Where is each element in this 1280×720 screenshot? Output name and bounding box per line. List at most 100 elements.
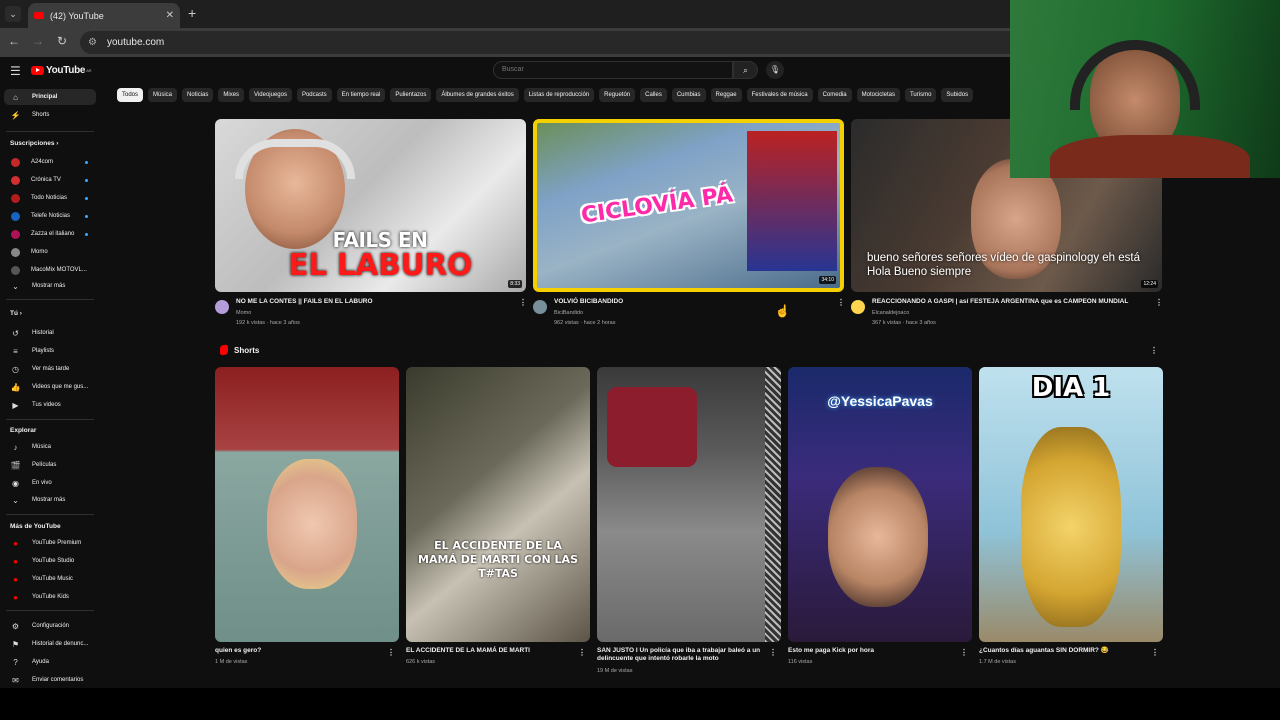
sidebar-item[interactable]: ⚑ Historial de denunc...: [4, 636, 96, 652]
channel-name[interactable]: Elcanaldejoaco: [872, 310, 909, 317]
short-title[interactable]: ¿Cuantos días aguantas SIN DORMIR? 😂: [979, 647, 1147, 655]
browser-tab[interactable]: (42) YouTube ✕: [28, 3, 180, 28]
sidebar-item[interactable]: ♪ Música: [4, 439, 96, 455]
search-input[interactable]: Buscar: [493, 61, 733, 79]
sidebar-item[interactable]: ● YouTube Music: [4, 571, 96, 587]
sidebar-item[interactable]: Crónica TV: [4, 172, 96, 188]
short-title[interactable]: EL ACCIDENTE DE LA MAMÁ DE MARTI: [406, 647, 574, 655]
channel-name[interactable]: BiciBandido: [554, 310, 583, 317]
chip-13[interactable]: Reggae: [710, 88, 742, 102]
report-history-icon: ⚑: [11, 639, 20, 649]
shorts-more-icon[interactable]: ⋮: [1150, 346, 1158, 355]
more-actions-icon[interactable]: ⋮: [1155, 298, 1163, 307]
sidebar-item-label: Zazza el italiano: [31, 231, 75, 237]
more-actions-icon[interactable]: ⋮: [837, 298, 845, 307]
you-header[interactable]: Tú ›: [10, 310, 22, 317]
divider: [6, 299, 94, 300]
chip-10[interactable]: Reguetón: [599, 88, 636, 102]
sidebar-item[interactable]: ◉ En vivo: [4, 475, 96, 491]
channel-avatar[interactable]: [533, 300, 547, 314]
sidebar-item[interactable]: MacoMix MOTOVL...: [4, 262, 96, 278]
short-thumbnail[interactable]: [215, 367, 399, 642]
sidebar-item[interactable]: Telefe Noticias: [4, 208, 96, 224]
sidebar-item[interactable]: Momo: [4, 244, 96, 260]
sidebar-item[interactable]: ● YouTube Kids: [4, 589, 96, 605]
new-tab-icon[interactable]: +: [188, 5, 196, 21]
show-more-subscriptions[interactable]: ⌄ Mostrar más: [4, 278, 96, 294]
show-more-explore[interactable]: ⌄ Mostrar más: [4, 492, 96, 508]
short-thumbnail[interactable]: @YessicaPavas: [788, 367, 972, 642]
chip-2[interactable]: Noticias: [182, 88, 214, 102]
video-title[interactable]: REACCIONANDO A GASPI | así FESTEJA ARGEN…: [872, 298, 1152, 306]
video-thumbnail[interactable]: FAILS EN EL LABURO 8:33: [215, 119, 526, 292]
youtube-logo[interactable]: YouTube AR: [31, 65, 91, 76]
sidebar-item[interactable]: 👍 Videos que me gus...: [4, 379, 96, 395]
more-actions-icon[interactable]: ⋮: [960, 648, 968, 657]
sidebar-item[interactable]: ✉ Enviar comentarios: [4, 672, 96, 688]
chip-1[interactable]: Música: [148, 88, 178, 102]
close-tab-icon[interactable]: ✕: [166, 10, 174, 21]
short-title[interactable]: SAN JUSTO I Un policía que iba a trabaja…: [597, 647, 765, 663]
page-scrollbar[interactable]: [1272, 178, 1280, 688]
channel-avatar[interactable]: [851, 300, 865, 314]
settings-icon: ⚙: [11, 621, 20, 631]
chip-17[interactable]: Turismo: [904, 88, 937, 102]
short-thumbnail[interactable]: DIA 1: [979, 367, 1163, 642]
short-views: 1 M de vistas: [215, 659, 248, 665]
chip-6[interactable]: En tiempo real: [336, 88, 386, 102]
chip-3[interactable]: Mixes: [218, 88, 245, 102]
sidebar-item[interactable]: A24com: [4, 154, 96, 170]
short-thumbnail[interactable]: [597, 367, 781, 642]
chip-15[interactable]: Comedia: [817, 88, 852, 102]
sidebar-item[interactable]: ● YouTube Studio: [4, 553, 96, 569]
short-views: 1.7 M de vistas: [979, 659, 1016, 665]
sidebar-item-label: Principal: [32, 94, 58, 100]
search-icon[interactable]: ⌕: [733, 61, 758, 79]
video-thumbnail[interactable]: CICLOVÍA PÁ 34:10: [533, 119, 844, 292]
sidebar-item[interactable]: ? Ayuda: [4, 654, 96, 670]
sidebar-item[interactable]: ≡ Playlists: [4, 343, 96, 359]
more-actions-icon[interactable]: ⋮: [578, 648, 586, 657]
channel-avatar[interactable]: [215, 300, 229, 314]
sidebar-item[interactable]: ◷ Ver más tarde: [4, 361, 96, 377]
more-actions-icon[interactable]: ⋮: [519, 298, 527, 307]
microphone-icon[interactable]: 🎙: [766, 61, 784, 79]
chip-5[interactable]: Podcasts: [296, 88, 332, 102]
reload-icon[interactable]: ↻: [54, 34, 70, 48]
chip-9[interactable]: Listas de reproducción: [523, 88, 595, 102]
chip-18[interactable]: Subidos: [941, 88, 974, 102]
chip-12[interactable]: Cumbias: [671, 88, 706, 102]
sidebar-item-label: Enviar comentarios: [32, 677, 84, 683]
sidebar-item[interactable]: Todo Noticias: [4, 190, 96, 206]
chip-8[interactable]: Álbumes de grandes éxitos: [436, 88, 519, 102]
site-info-icon[interactable]: ⚙: [88, 37, 97, 48]
back-icon[interactable]: ←: [6, 34, 22, 48]
channel-name[interactable]: Momo: [236, 310, 251, 317]
sidebar-item[interactable]: ● YouTube Premium: [4, 535, 96, 551]
chip-11[interactable]: Calles: [640, 88, 667, 102]
sidebar-item-home[interactable]: ⌂ Principal: [4, 89, 96, 105]
video-stats: 962 vistas · hace 2 horas: [554, 320, 616, 326]
sidebar-item[interactable]: ↺ Historial: [4, 325, 96, 341]
chip-16[interactable]: Motocicletas: [856, 88, 900, 102]
short-title[interactable]: quien es gero?: [215, 647, 383, 655]
subscriptions-header[interactable]: Suscripciones ›: [10, 140, 58, 147]
chip-0[interactable]: Todos: [117, 88, 144, 102]
sidebar-item[interactable]: Zazza el italiano: [4, 226, 96, 242]
video-title[interactable]: NO ME LA CONTES || FAILS EN EL LABURO: [236, 298, 506, 306]
more-actions-icon[interactable]: ⋮: [769, 648, 777, 657]
sidebar-item[interactable]: 🎬 Películas: [4, 457, 96, 473]
hamburger-menu-icon[interactable]: ☰: [10, 64, 21, 78]
more-actions-icon[interactable]: ⋮: [387, 648, 395, 657]
chip-4[interactable]: Videojuegos: [249, 88, 292, 102]
short-title[interactable]: Esto me paga Kick por hora: [788, 647, 956, 655]
sidebar-item[interactable]: ▶ Tus videos: [4, 397, 96, 413]
sidebar-item-shorts[interactable]: ⚡ Shorts: [4, 107, 96, 123]
short-thumbnail[interactable]: EL ACCIDENTE DE LA MAMÁ DE MARTI CON LAS…: [406, 367, 590, 642]
chip-14[interactable]: Festivales de música: [746, 88, 813, 102]
tab-search-button[interactable]: ⌄: [5, 6, 21, 22]
chip-7[interactable]: Pulientazos: [390, 88, 432, 102]
forward-icon[interactable]: →: [30, 34, 46, 48]
more-actions-icon[interactable]: ⋮: [1151, 648, 1159, 657]
sidebar-item[interactable]: ⚙ Configuración: [4, 618, 96, 634]
